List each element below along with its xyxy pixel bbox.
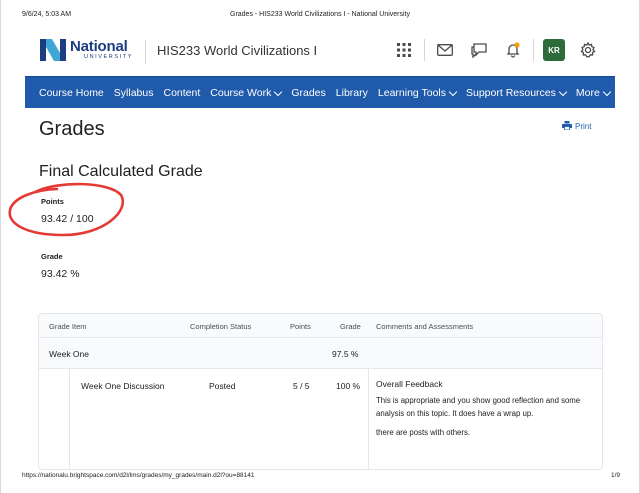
item-grade: 100 % bbox=[336, 381, 361, 391]
nav-item-label: Course Work bbox=[210, 87, 272, 99]
app-grid-icon[interactable] bbox=[387, 39, 421, 61]
toolbar-separator bbox=[424, 39, 425, 61]
item-status: Posted bbox=[209, 381, 236, 391]
nav-item-label: Syllabus bbox=[113, 87, 154, 99]
header-points: Points bbox=[290, 322, 311, 331]
nav-item-label: Course Home bbox=[39, 87, 104, 99]
nav-item-course-work[interactable]: Course Work bbox=[210, 87, 283, 99]
logo-name: National bbox=[70, 38, 128, 56]
mail-icon[interactable] bbox=[428, 39, 462, 61]
grade-label: Grade bbox=[41, 252, 63, 261]
bell-icon[interactable] bbox=[496, 39, 530, 61]
grades-table: Grade Item Completion Status Points Grad… bbox=[38, 313, 603, 470]
header-comments: Comments and Assessments bbox=[376, 322, 474, 331]
nav-item-label: Learning Tools bbox=[377, 87, 446, 99]
item-name[interactable]: Week One Discussion bbox=[81, 381, 164, 391]
chevron-down-icon bbox=[448, 87, 458, 96]
nav-item-label: Library bbox=[335, 87, 368, 99]
nav-item-label: Grades bbox=[291, 87, 326, 99]
print-label: Print bbox=[575, 122, 592, 131]
nav-item-more[interactable]: More bbox=[575, 87, 612, 99]
divider bbox=[145, 40, 146, 64]
item-points: 5 / 5 bbox=[293, 381, 310, 391]
category-name: Week One bbox=[49, 349, 90, 359]
nav-item-label: Support Resources bbox=[466, 87, 556, 99]
chat-icon[interactable] bbox=[462, 39, 496, 61]
nav-item-course-home[interactable]: Course Home bbox=[39, 87, 104, 99]
print-url: https://nationalu.brightspace.com/d2l/lm… bbox=[22, 472, 255, 479]
header-completion-status: Completion Status bbox=[190, 322, 252, 331]
nav-item-learning-tools[interactable]: Learning Tools bbox=[377, 87, 458, 99]
logo-subtitle: UNIVERSITY bbox=[84, 54, 134, 61]
printer-icon bbox=[562, 121, 572, 132]
header-grade-item: Grade Item bbox=[49, 322, 87, 331]
item-feedback: Overall Feedback This is appropriate and… bbox=[376, 379, 591, 437]
handwritten-circle-annotation bbox=[5, 180, 127, 240]
feedback-text-2: there are posts with others. bbox=[376, 428, 471, 437]
avatar-initials: KR bbox=[543, 39, 565, 61]
feedback-text: This is appropriate and you show good re… bbox=[376, 396, 581, 418]
category-grade: 97.5 % bbox=[332, 349, 359, 359]
grade-value: 93.42 % bbox=[41, 268, 80, 280]
nav-item-grades[interactable]: Grades bbox=[291, 87, 325, 99]
print-title: Grades - HIS233 World Civilizations I - … bbox=[230, 11, 410, 18]
user-avatar[interactable]: KR bbox=[537, 39, 571, 61]
nav-items: Course Home Syllabus Content Course Work Gra… bbox=[25, 77, 615, 109]
top-bar: National UNIVERSITY HIS233 World Civiliz… bbox=[25, 25, 615, 76]
table-header: Grade Item Completion Status Points Grad… bbox=[39, 314, 602, 338]
course-title[interactable]: HIS233 World Civilizations I bbox=[157, 43, 317, 58]
print-button[interactable]: Print bbox=[562, 121, 591, 132]
print-header: 9/6/24, 5:03 AM Grades - HIS233 World Ci… bbox=[0, 0, 640, 22]
toolbar-icons: KR bbox=[387, 39, 605, 61]
nav-item-support-resources[interactable]: Support Resources bbox=[466, 87, 568, 99]
table-row-category: Week One 97.5 % bbox=[39, 338, 602, 369]
logo-n-icon bbox=[40, 39, 66, 61]
header-grade: Grade bbox=[340, 322, 361, 331]
nav-item-syllabus[interactable]: Syllabus bbox=[114, 87, 154, 99]
chevron-down-icon bbox=[602, 87, 612, 96]
final-grade-heading: Final Calculated Grade bbox=[39, 163, 203, 180]
chevron-down-icon bbox=[274, 87, 283, 96]
feedback-title: Overall Feedback bbox=[376, 379, 443, 389]
table-row: Week One Discussion Posted 5 / 5 100 % O… bbox=[39, 369, 602, 469]
page-title: Grades bbox=[39, 118, 105, 140]
nav-item-label: More bbox=[575, 87, 600, 99]
gear-icon[interactable] bbox=[571, 39, 605, 61]
nav-item-label: Content bbox=[163, 87, 201, 99]
indent-line bbox=[69, 369, 70, 469]
main-navigation: Course Home Syllabus Content Course Work Gra… bbox=[25, 76, 615, 108]
toolbar-separator bbox=[533, 39, 534, 61]
university-logo[interactable]: National UNIVERSITY bbox=[40, 39, 133, 61]
print-page-number: 1/9 bbox=[610, 472, 620, 479]
nav-item-library[interactable]: Library bbox=[336, 87, 368, 99]
chevron-down-icon bbox=[558, 87, 568, 96]
nav-item-content[interactable]: Content bbox=[163, 87, 200, 99]
